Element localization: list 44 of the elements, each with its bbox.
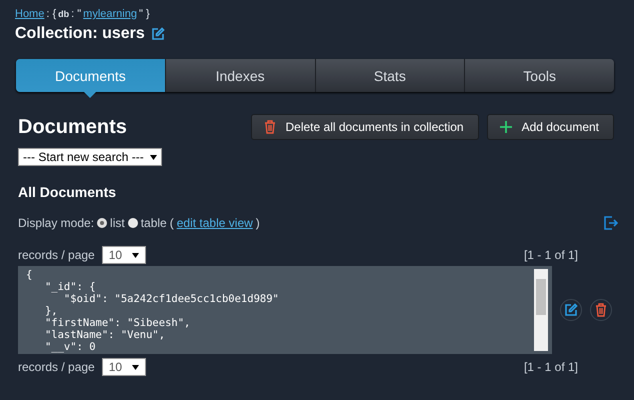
add-document-button[interactable]: Add document [486,114,614,140]
breadcrumb-text: : " [71,8,82,20]
home-link[interactable]: Home [15,8,44,20]
edit-document-button[interactable] [560,299,582,321]
db-label: db [58,9,70,19]
record-range: [1 - 1 of 1] [524,248,578,262]
export-icon[interactable] [604,216,618,230]
records-per-page-label: records / page [18,360,95,374]
trash-icon [264,120,276,134]
database-link[interactable]: mylearning [83,8,137,20]
plus-icon [500,121,512,133]
radio-button[interactable] [128,218,138,228]
edit-icon [564,303,578,317]
caret-icon [132,252,140,258]
radio-label: table [140,216,167,230]
document-json: { "_id": { "$oid": "5a242cf1dee5cc1cb0e1d989" }, "firstName": "Sibeesh", "lastName": "Venu", "__v": 0 [25,268,280,354]
collection-title: Collection: users [15,25,145,43]
caret-icon [150,154,157,160]
tab[interactable]: Tools [465,59,614,92]
scrollbar[interactable] [534,269,548,351]
tab-pointer [84,92,96,98]
trash-icon [595,303,607,317]
records-per-page-select[interactable]: 10 [102,246,146,264]
edit-icon [150,27,165,41]
records-per-page-select[interactable]: 10 [102,358,146,376]
breadcrumb-text: " } [138,8,150,20]
edit-table-view-link[interactable]: edit table view [176,216,253,230]
display-mode-label: Display mode: [18,216,94,230]
records-per-page-label: records / page [18,248,95,262]
delete-document-button[interactable] [590,299,612,321]
document-viewer[interactable]: { "_id": { "$oid": "5a242cf1dee5cc1cb0e1d989" }, "firstName": "Sibeesh", "lastName": "Venu", "__v": 0 [18,266,552,354]
radio-button[interactable] [97,218,108,228]
radio-label: list [110,216,125,230]
search-select[interactable]: --- Start new search --- [18,148,162,166]
paren-text: ) [256,216,260,230]
paren-text: ( [170,216,174,230]
list-title: All Documents [18,184,118,200]
record-range: [1 - 1 of 1] [524,360,578,374]
delete-all-button[interactable]: Delete all documents in collection [250,114,479,140]
breadcrumb-text: : { [46,8,56,20]
tab[interactable]: Stats [316,59,466,92]
tab[interactable]: Indexes [166,59,316,92]
section-title: Documents [18,116,127,138]
caret-icon [132,364,140,370]
